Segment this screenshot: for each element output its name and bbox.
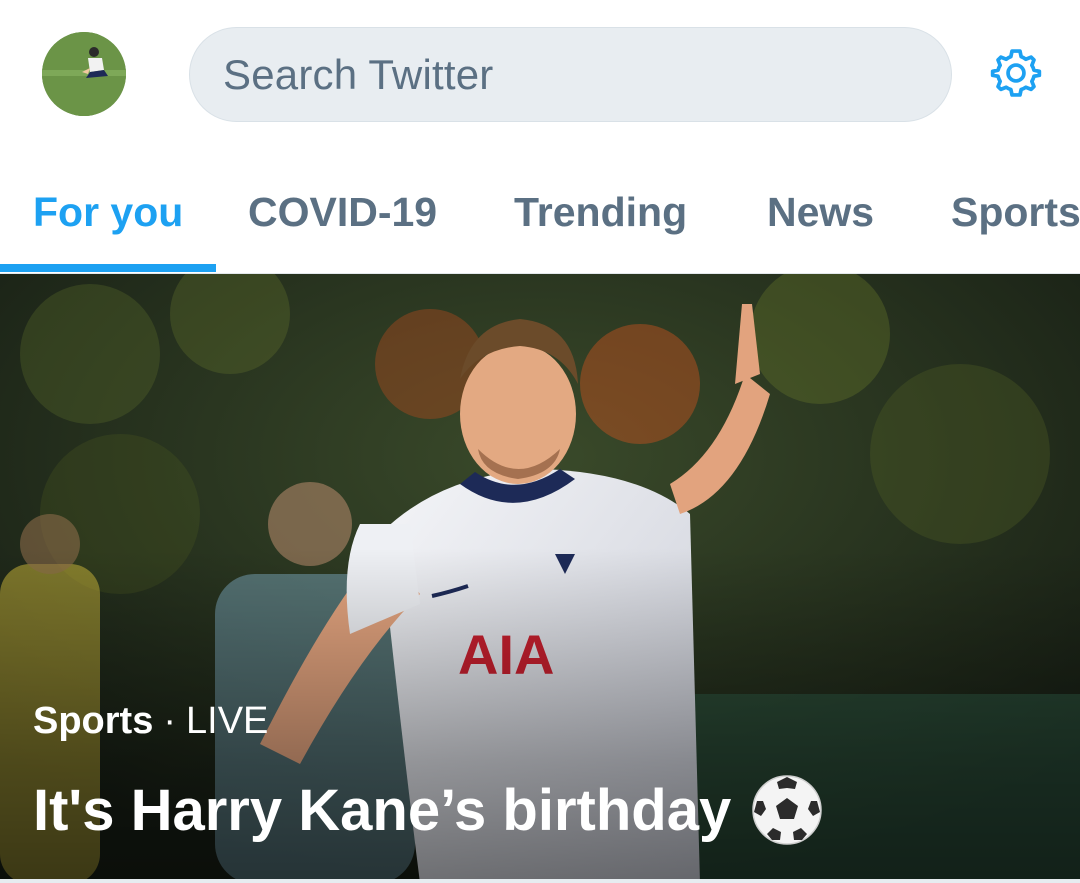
active-tab-indicator [0,264,216,272]
tab-sports[interactable]: Sports [951,150,1080,274]
story-headline[interactable]: It's Harry Kane’s birthday [33,774,823,846]
story-title: It's Harry Kane’s birthday [33,777,732,843]
featured-story-card[interactable]: AIA Sports · LIVE It's Harry Kane’s birt… [0,274,1080,883]
avatar-image [42,32,126,116]
search-placeholder: Search Twitter [223,50,494,98]
profile-avatar[interactable] [42,32,126,116]
tab-for-you[interactable]: For you [33,150,183,274]
meta-separator: · [163,700,177,742]
tab-trending[interactable]: Trending [514,150,687,274]
story-meta: Sports · LIVE [33,700,268,743]
live-status: LIVE [186,700,269,742]
explore-tabs: For you COVID-19 Trending News Sports [0,150,1080,274]
settings-button[interactable] [988,45,1044,101]
tab-covid-19[interactable]: COVID-19 [248,150,437,274]
tab-news[interactable]: News [767,150,874,274]
soccer-ball-icon [752,775,822,845]
divider [0,879,1080,883]
gear-icon [990,49,1042,97]
search-input[interactable]: Search Twitter [189,27,952,122]
top-bar: Search Twitter [0,0,1080,150]
explore-screen: Search Twitter For you COVID-19 Trending… [0,0,1080,883]
story-category: Sports [33,700,154,742]
